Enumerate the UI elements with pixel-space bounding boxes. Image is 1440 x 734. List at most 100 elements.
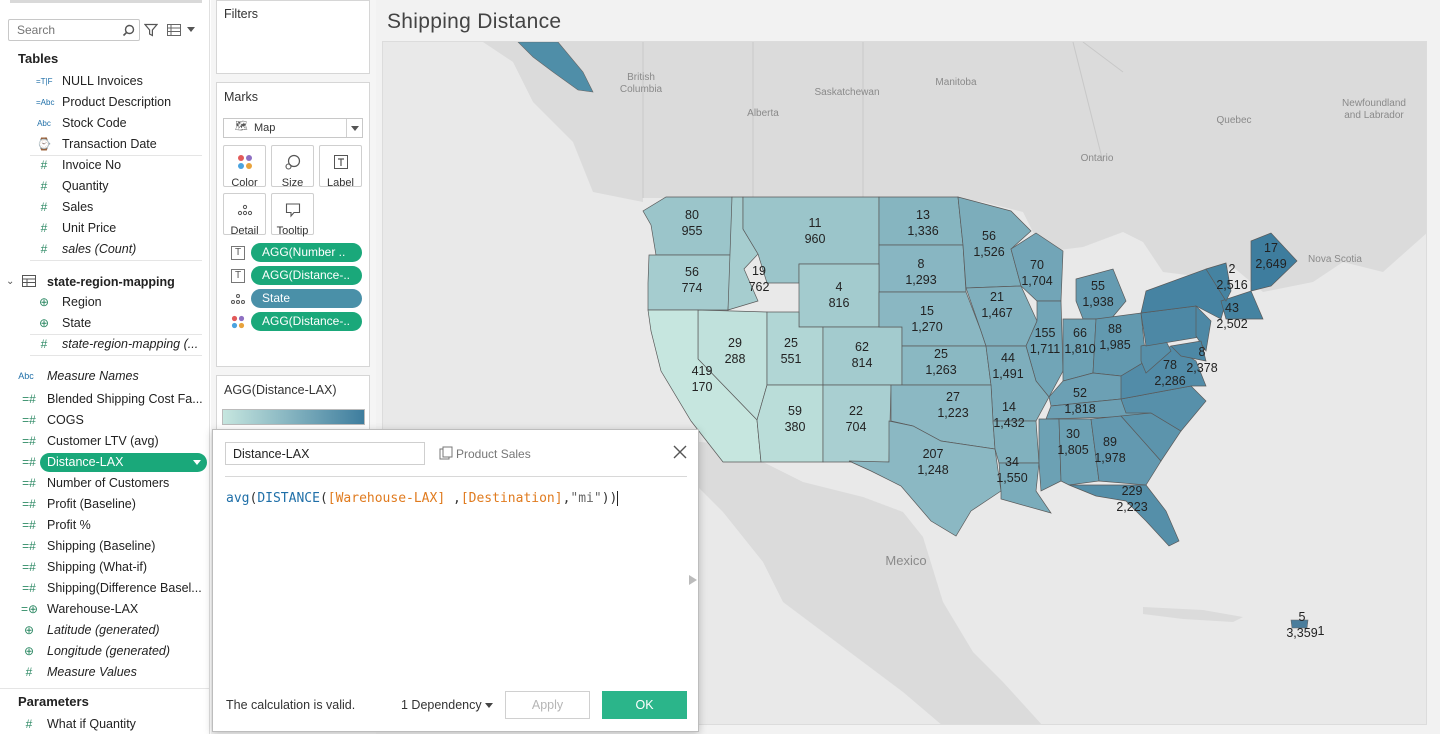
formula-string: "mi" xyxy=(570,491,602,506)
field-item[interactable]: # Quantity xyxy=(0,176,209,197)
text-caret xyxy=(617,491,619,506)
color-button[interactable]: Color xyxy=(223,145,266,189)
field-item[interactable]: =# Profit % xyxy=(0,515,209,536)
chevron-down-icon[interactable] xyxy=(351,126,359,131)
field-item[interactable]: =# Number of Customers xyxy=(0,473,209,494)
field-item[interactable]: ⊕ Region xyxy=(0,292,209,313)
field-item[interactable]: =⊕ Warehouse-LAX xyxy=(0,599,209,620)
field-item[interactable]: # Measure Values xyxy=(0,662,209,683)
state-count-label: 15 xyxy=(920,304,934,318)
calculation-editor-dialog[interactable]: Product Sales avg(DISTANCE([Warehouse-LA… xyxy=(212,429,699,732)
table-name-mapping[interactable]: state-region-mapping xyxy=(47,275,175,289)
field-item[interactable]: =# Distance-LAX xyxy=(0,452,209,473)
chevron-down-icon[interactable] xyxy=(193,460,201,465)
state-distance-label: 704 xyxy=(846,420,867,434)
place-label: and Labrador xyxy=(1344,110,1404,121)
field-item[interactable]: # state-region-mapping (... xyxy=(0,334,209,355)
field-item[interactable]: =# Shipping (What-if) xyxy=(0,557,209,578)
filters-shelf[interactable]: Filters xyxy=(216,0,370,74)
color-icon xyxy=(231,315,245,329)
measure-names-field[interactable]: Abc Measure Names xyxy=(0,366,209,387)
datasource-name: Product Sales xyxy=(456,447,531,461)
marks-title: Marks xyxy=(224,90,259,104)
formula-editor[interactable]: avg(DISTANCE([Warehouse-LAX] ,[Destinati… xyxy=(226,491,619,506)
field-item[interactable]: =# Blended Shipping Cost Fa... xyxy=(0,389,209,410)
state-distance-label: 170 xyxy=(692,380,713,394)
chevron-down-icon[interactable] xyxy=(187,27,195,33)
place-label: Newfoundland xyxy=(1342,98,1406,109)
formula-function: avg xyxy=(226,491,250,506)
field-item[interactable]: ⊕ Latitude (generated) xyxy=(0,620,209,641)
state-distance-label: 1,263 xyxy=(925,363,956,377)
state-count-label: 25 xyxy=(784,336,798,350)
state-count-label: 62 xyxy=(855,340,869,354)
place-label: Quebec xyxy=(1216,115,1251,126)
pill-state[interactable]: State xyxy=(251,289,362,308)
calc-geo-icon: =⊕ xyxy=(21,602,39,616)
field-item[interactable]: ⊕ Longitude (generated) xyxy=(0,641,209,662)
state-distance-label: 1,550 xyxy=(996,471,1027,485)
field-item[interactable]: # What if Quantity xyxy=(0,714,209,734)
apply-button[interactable]: Apply xyxy=(505,691,590,719)
calculation-name-field[interactable] xyxy=(225,442,425,465)
state-distance-label: 2,649 xyxy=(1255,257,1286,271)
state-distance-label: 1,526 xyxy=(973,245,1004,259)
formula-function: DISTANCE xyxy=(257,491,320,506)
number-icon: # xyxy=(40,242,48,256)
state-data-label: 1 xyxy=(1318,624,1325,638)
color-legend[interactable]: AGG(Distance-LAX) xyxy=(216,375,370,435)
size-button[interactable]: Size xyxy=(271,145,314,189)
ok-button[interactable]: OK xyxy=(602,691,687,719)
label-button[interactable]: Label xyxy=(319,145,362,189)
close-icon[interactable] xyxy=(671,443,689,461)
search-field[interactable] xyxy=(8,19,140,41)
state-count-label: 21 xyxy=(990,290,1004,304)
field-item[interactable]: ⊕ State xyxy=(0,313,209,334)
field-item[interactable]: # Invoice No xyxy=(0,155,209,176)
state-count-label: 66 xyxy=(1073,326,1087,340)
state-distance-label: 1 xyxy=(1318,624,1325,638)
state-distance-label: 1,805 xyxy=(1057,443,1088,457)
state-distance-label: 1,270 xyxy=(911,320,942,334)
field-item[interactable]: Abc Stock Code xyxy=(0,113,209,134)
tooltip-button[interactable]: Tooltip xyxy=(271,193,314,237)
state-distance-label: 1,293 xyxy=(905,273,936,287)
calc-number-icon: =# xyxy=(22,392,36,406)
field-item[interactable]: =Abc Product Description xyxy=(0,92,209,113)
state-count-label: 56 xyxy=(685,265,699,279)
field-item[interactable]: =# Profit (Baseline) xyxy=(0,494,209,515)
state-distance-label: 1,704 xyxy=(1021,274,1052,288)
state-distance-label: 288 xyxy=(725,352,746,366)
field-item[interactable]: # Sales xyxy=(0,197,209,218)
size-icon xyxy=(284,154,300,170)
search-input[interactable] xyxy=(17,20,121,40)
field-item[interactable]: =# Shipping(Difference Basel... xyxy=(0,578,209,599)
dependency-dropdown[interactable]: 1 Dependency xyxy=(401,698,494,712)
field-item[interactable]: # sales (Count) xyxy=(0,239,209,260)
detail-button[interactable]: Detail xyxy=(223,193,266,237)
view-list-icon[interactable] xyxy=(167,24,181,36)
field-item[interactable]: =T|F NULL Invoices xyxy=(0,71,209,92)
number-icon: # xyxy=(25,665,33,679)
chevron-down-icon[interactable]: ⌄ xyxy=(6,276,14,287)
state-count-label: 229 xyxy=(1122,484,1143,498)
field-item[interactable]: =# COGS xyxy=(0,410,209,431)
pill-agg-distance-label[interactable]: AGG(Distance-.. xyxy=(251,266,362,285)
detail-icon xyxy=(231,294,245,304)
state-distance-label: 762 xyxy=(749,280,770,294)
filter-icon[interactable] xyxy=(144,23,158,37)
expand-arrow-icon[interactable] xyxy=(689,575,697,585)
mark-type-dropdown[interactable]: 🗺 Map xyxy=(223,118,363,138)
search-icon[interactable] xyxy=(122,24,135,37)
legend-title: AGG(Distance-LAX) xyxy=(224,383,337,397)
divider xyxy=(0,688,209,689)
calc-number-icon: =# xyxy=(22,560,36,574)
field-item[interactable]: # Unit Price xyxy=(0,218,209,239)
field-item[interactable]: =# Shipping (Baseline) xyxy=(0,536,209,557)
pill-agg-distance-color[interactable]: AGG(Distance-.. xyxy=(251,312,362,331)
state-distance-label: 380 xyxy=(785,420,806,434)
pill-agg-number[interactable]: AGG(Number .. xyxy=(251,243,362,262)
field-item[interactable]: =# Customer LTV (avg) xyxy=(0,431,209,452)
place-label: Nova Scotia xyxy=(1308,254,1362,265)
field-item[interactable]: ⌚ Transaction Date xyxy=(0,134,209,155)
